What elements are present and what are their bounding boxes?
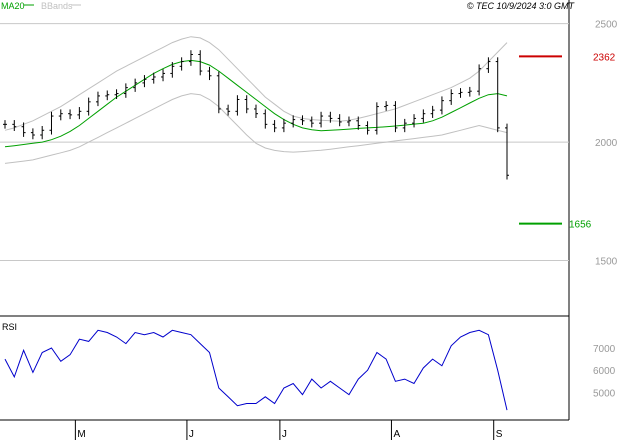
y-tick-label-2500: 2500 xyxy=(595,20,618,31)
legend-bbands: BBands xyxy=(41,1,73,11)
x-axis-ticks: MJJAS xyxy=(74,420,503,440)
rsi-tick-label-5000: 5000 xyxy=(593,388,616,399)
x-tick-label-A: A xyxy=(393,429,400,440)
rsi-tick-label-7000: 7000 xyxy=(593,344,616,355)
rsi-label: RSI xyxy=(2,322,17,332)
x-tick-label-M: M xyxy=(77,429,85,440)
ma20-polyline xyxy=(4,59,508,148)
rsi-axis-labels: 7000 6000 5000 xyxy=(593,344,616,399)
rsi-line xyxy=(4,329,508,411)
y-tick-label-2000: 2000 xyxy=(595,138,618,149)
legend-ma20: MA20 xyxy=(1,1,25,11)
stock-chart: 2362 1656 2500 2000 1500 7000 6000 5000 M J J A S… xyxy=(0,0,618,440)
y-tick-label-1500: 1500 xyxy=(595,257,618,268)
x-tick-label-S: S xyxy=(496,429,503,440)
resistance-label: 2362 xyxy=(593,52,616,63)
x-tick-label-J: J xyxy=(282,429,287,440)
bbands-lower-line xyxy=(4,93,508,164)
rsi-polyline xyxy=(4,329,508,411)
ma20-line xyxy=(4,59,508,148)
x-tick-label-J: J xyxy=(189,429,194,440)
price-series xyxy=(3,50,509,180)
support-label: 1656 xyxy=(569,220,592,231)
rsi-tick-label-6000: 6000 xyxy=(593,366,616,377)
copyright-text: © TEC 10/9/2024 3:0 GMT xyxy=(467,1,576,11)
grid xyxy=(0,23,569,262)
